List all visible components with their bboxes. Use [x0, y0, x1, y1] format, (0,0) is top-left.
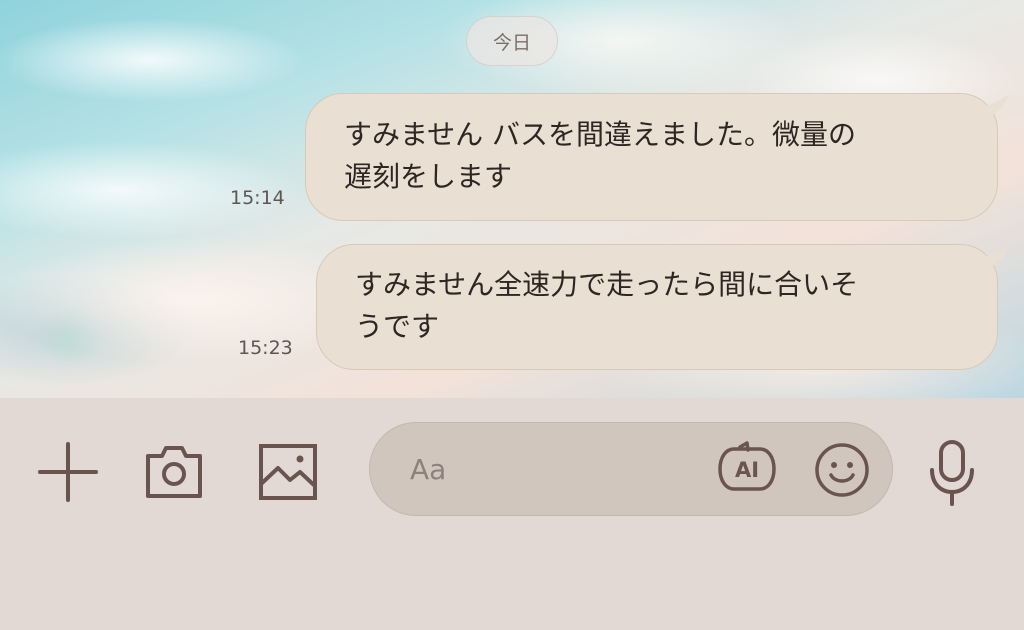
image-icon	[259, 444, 317, 500]
message-time: 15:14	[230, 187, 285, 209]
bubble-tail	[977, 94, 1009, 118]
message-input[interactable]	[410, 447, 710, 491]
mic-icon	[930, 440, 974, 506]
ai-icon: AI	[718, 441, 776, 491]
date-chip: 今日	[466, 16, 558, 66]
emoji-icon	[815, 443, 869, 497]
mic-button[interactable]	[920, 438, 984, 506]
ai-label: AI	[735, 458, 759, 482]
date-label: 今日	[492, 31, 531, 54]
message-field[interactable]: AI	[369, 422, 893, 516]
message-text: すみません バスを間違えました。微量の 遅刻をします	[344, 118, 857, 193]
chat-screen: 今日 すみません バスを間違えました。微量の 遅刻をします 15:14 すみませ…	[0, 0, 1024, 630]
ai-button[interactable]: AI	[718, 441, 776, 497]
image-button[interactable]	[256, 440, 320, 504]
emoji-button[interactable]	[813, 441, 871, 499]
chat-background[interactable]: 今日 すみません バスを間違えました。微量の 遅刻をします 15:14 すみませ…	[0, 0, 1024, 398]
camera-button[interactable]	[142, 440, 206, 504]
message-time: 15:23	[238, 337, 293, 359]
message-text: すみません全速力で走ったら間に合いそ うです	[355, 268, 859, 343]
input-bar: AI	[0, 398, 1024, 630]
add-button[interactable]	[36, 440, 100, 504]
plus-icon	[38, 442, 98, 502]
camera-icon	[146, 446, 202, 498]
bubble-tail	[977, 245, 1009, 269]
message-bubble[interactable]: すみません全速力で走ったら間に合いそ うです	[316, 244, 1009, 370]
message-bubble[interactable]: すみません バスを間違えました。微量の 遅刻をします	[305, 93, 1009, 221]
